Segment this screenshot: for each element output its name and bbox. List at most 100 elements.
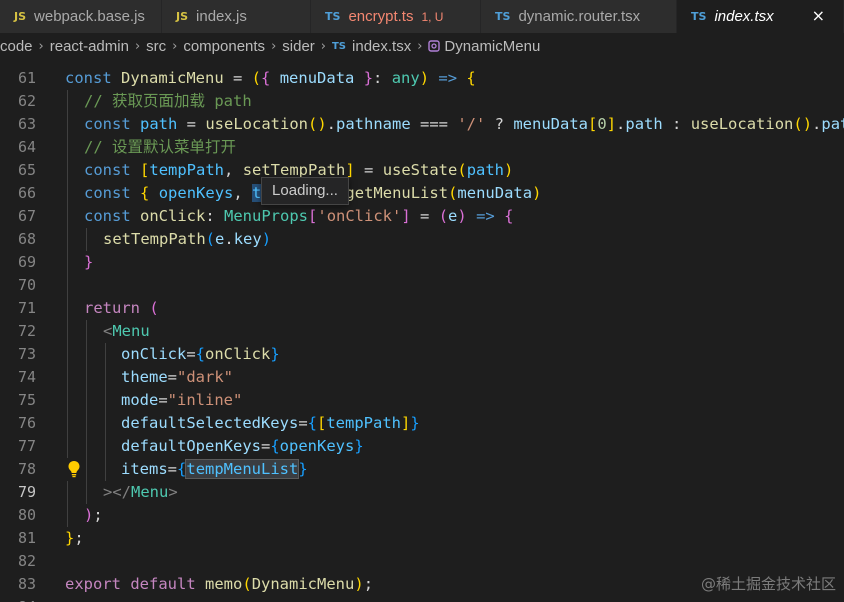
indent-guide (67, 90, 68, 113)
indent-guide (67, 412, 68, 435)
tab-label: webpack.base.js (34, 8, 145, 25)
code-text: const path = useLocation().pathname === … (84, 115, 844, 133)
code-line: 61 (0, 59, 844, 87)
code-text: }; (65, 529, 84, 547)
code-line: 70 } (0, 251, 844, 294)
js-file-icon: JS (176, 10, 189, 23)
vscode-window: JS webpack.base.js JS index.js TS encryp… (0, 0, 844, 602)
chevron-right-icon: › (271, 38, 277, 54)
tab-encrypt-ts[interactable]: TS encrypt.ts 1, U (311, 0, 481, 33)
js-file-icon: JS (14, 10, 27, 23)
code-text: ); (84, 506, 103, 524)
tab-index-tsx[interactable]: TS index.tsx × (677, 0, 844, 33)
chevron-right-icon: › (172, 38, 178, 54)
code-text: onClick={onClick} (121, 345, 280, 363)
line-number: 84 (0, 596, 36, 602)
breadcrumb-item-sider[interactable]: sider (282, 38, 315, 55)
indent-guide (67, 504, 68, 527)
indent-guide (105, 366, 106, 389)
indent-guide (67, 297, 68, 320)
chevron-right-icon: › (134, 38, 141, 54)
indent-guide (67, 251, 68, 274)
indent-guide (105, 389, 106, 412)
chevron-right-icon: › (417, 38, 423, 54)
code-line: 82 }; (0, 527, 844, 570)
code-line: 80 ></Menu> (0, 481, 844, 524)
code-line: 65 // 设置默认菜单打开 (0, 136, 844, 179)
indent-guide (86, 412, 87, 435)
code-line: 78 defaultOpenKeys={openKeys} (0, 435, 844, 478)
code-line: 81 ); (0, 504, 844, 547)
indent-guide (86, 343, 87, 366)
code-text: // 设置默认菜单打开 (84, 138, 236, 156)
ts-file-icon: TS (495, 10, 511, 23)
indent-guide (105, 435, 106, 458)
code-text: mode="inline" (121, 391, 243, 409)
tab-label: index.js (196, 8, 247, 25)
indent-guide (86, 389, 87, 412)
problem-badge: 1, U (421, 9, 444, 24)
indent-guide (67, 366, 68, 389)
code-text: ></Menu> (103, 483, 178, 501)
code-text: const DynamicMenu = ({ menuData }: any) … (65, 69, 476, 87)
tab-webpack-base-js[interactable]: JS webpack.base.js (0, 0, 162, 33)
indent-guide (67, 274, 68, 297)
indent-guide (67, 136, 68, 159)
code-text: const onClick: MenuProps['onClick'] = (e… (84, 207, 514, 225)
code-line: 83 (0, 550, 844, 593)
code-text: defaultOpenKeys={openKeys} (121, 437, 364, 455)
code-line: 64 const path = useLocation().pathname =… (0, 113, 844, 156)
code-line: 71 (0, 274, 844, 317)
tab-index-js[interactable]: JS index.js (162, 0, 311, 33)
close-icon[interactable]: × (812, 6, 825, 25)
indent-guide (67, 159, 68, 182)
breadcrumb-item-react-admin[interactable]: react-admin (50, 38, 129, 55)
code-text: export default memo(DynamicMenu); (65, 575, 374, 593)
indent-guide (67, 481, 68, 504)
breadcrumb-item-components[interactable]: components (183, 38, 265, 55)
code-line: 72 return ( (0, 297, 844, 340)
indent-guide (67, 320, 68, 343)
code-text: // 获取页面加载 path (84, 92, 252, 110)
code-text: return ( (84, 299, 159, 317)
code-line: 62 const DynamicMenu = ({ menuData }: an… (0, 67, 844, 110)
editor-tab-bar: JS webpack.base.js JS index.js TS encryp… (0, 0, 844, 33)
breadcrumb-file-label: index.tsx (352, 37, 412, 55)
indent-guide (67, 205, 68, 228)
chevron-right-icon: › (320, 38, 326, 54)
code-text: <Menu (103, 322, 150, 340)
code-text: defaultSelectedKeys={[tempPath]} (121, 414, 420, 432)
breadcrumb-item-symbol[interactable]: DynamicMenu (428, 38, 540, 55)
tab-dynamic-router-tsx[interactable]: TS dynamic.router.tsx (481, 0, 677, 33)
ts-file-icon: TS (691, 10, 707, 23)
code-line-current: 79 items={tempMenuList} (0, 458, 844, 501)
indent-guide (86, 366, 87, 389)
indent-guide (86, 320, 87, 343)
hover-tooltip: Loading... (261, 177, 349, 205)
breadcrumb-item-code[interactable]: code (0, 38, 33, 55)
code-text: setTempPath(e.key) (103, 230, 272, 248)
breadcrumb-item-src[interactable]: src (146, 38, 166, 55)
code-line: 69 setTempPath(e.key) (0, 228, 844, 271)
breadcrumb-symbol-label: DynamicMenu (444, 37, 541, 55)
code-line: 66 const [tempPath, setTempPath] = useSt… (0, 159, 844, 202)
lightbulb-icon[interactable] (67, 460, 81, 478)
tab-label: encrypt.ts (348, 8, 414, 25)
code-line: 68 const onClick: MenuProps['onClick'] =… (0, 205, 844, 248)
indent-guide (105, 458, 106, 481)
indent-guide (86, 435, 87, 458)
code-line: 63 // 获取页面加载 path (0, 90, 844, 133)
tab-label: dynamic.router.tsx (518, 8, 641, 25)
indent-guide (86, 458, 87, 481)
code-editor[interactable]: 61 62 const DynamicMenu = ({ menuData }:… (0, 59, 844, 602)
code-text: } (84, 253, 94, 271)
indent-guide (67, 389, 68, 412)
tab-label: index.tsx (714, 8, 774, 25)
indent-guide (86, 228, 87, 251)
symbol-function-icon (428, 40, 441, 52)
indent-guide (105, 343, 106, 366)
code-text: items={tempMenuList} (121, 459, 308, 479)
breadcrumb-item-file[interactable]: TS index.tsx (332, 38, 411, 55)
indent-guide (67, 113, 68, 136)
indent-guide (105, 412, 106, 435)
